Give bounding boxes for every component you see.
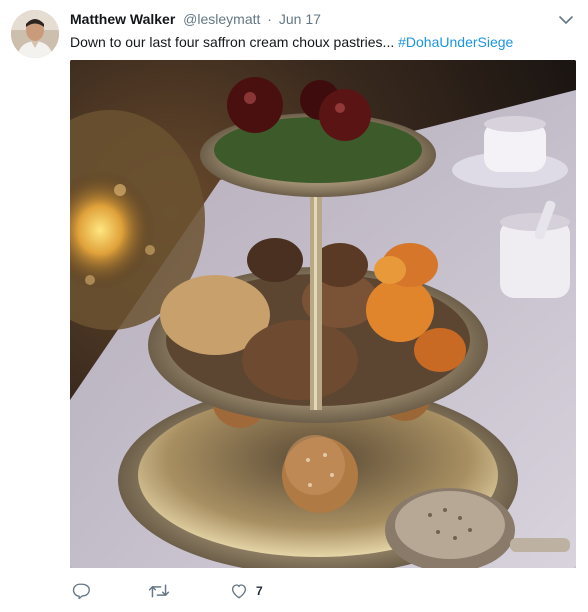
tweet-card[interactable]: Matthew Walker @lesleymatt · Jun 17 Down… <box>0 0 588 612</box>
heart-icon <box>230 582 248 600</box>
retweet-button[interactable] <box>148 580 170 602</box>
hashtag-link[interactable]: #DohaUnderSiege <box>398 34 513 50</box>
tweet-timestamp[interactable]: Jun 17 <box>279 11 321 27</box>
retweet-icon <box>148 582 170 600</box>
like-button[interactable]: 7 <box>230 580 263 602</box>
header-separator: · <box>267 11 272 27</box>
tweet-actions: 7 <box>70 580 370 602</box>
author-name[interactable]: Matthew Walker <box>70 11 175 27</box>
reply-button[interactable] <box>72 580 90 602</box>
photo-cake-stand <box>70 60 576 568</box>
tweet-body: Down to our last four saffron cream chou… <box>70 34 395 50</box>
author-handle[interactable]: @lesleymatt <box>183 11 260 27</box>
chevron-down-icon[interactable] <box>557 11 575 29</box>
like-count: 7 <box>256 584 263 598</box>
avatar-image <box>11 10 59 58</box>
avatar[interactable] <box>11 10 59 58</box>
reply-icon <box>72 582 90 600</box>
tweet-text: Down to our last four saffron cream chou… <box>70 32 568 52</box>
tweet-photo[interactable] <box>70 60 576 568</box>
tweet-header: Matthew Walker @lesleymatt · Jun 17 <box>70 11 548 31</box>
